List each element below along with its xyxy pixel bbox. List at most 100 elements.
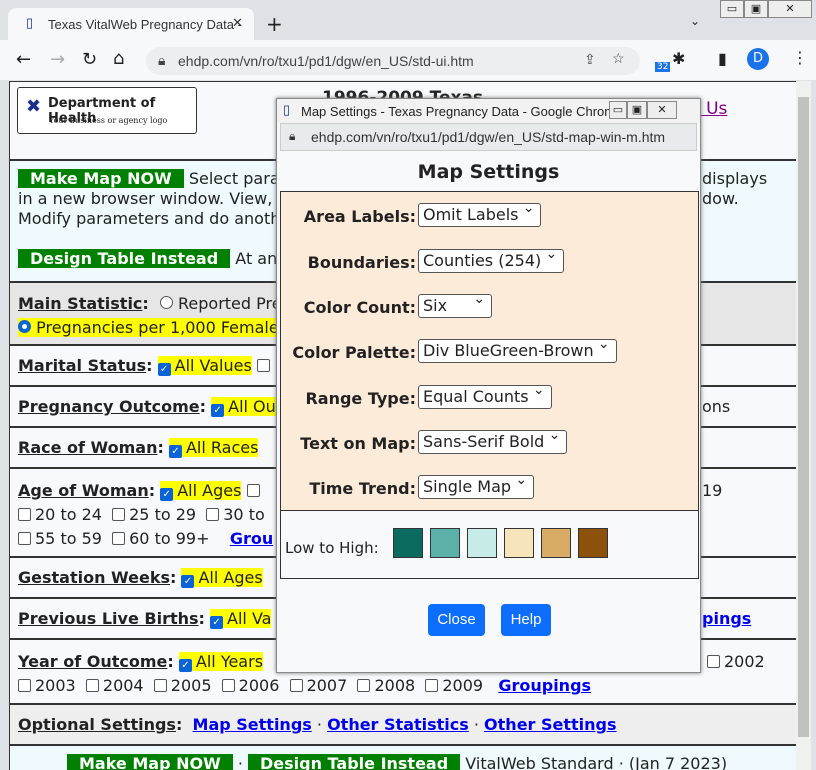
checkbox[interactable] (85, 679, 99, 692)
checkbox[interactable] (112, 508, 126, 521)
minimize-icon[interactable]: ▭ (720, 0, 744, 18)
time-trend-select[interactable]: Single Map (418, 472, 535, 499)
other-settings-link[interactable]: Other Settings (484, 715, 616, 734)
popup-address-bar: 🔒︎ ehdp.com/vn/ro/txu1/pd1/dgw/en_US/std… (280, 123, 697, 151)
checkbox[interactable] (246, 484, 260, 497)
radio-rate[interactable] (18, 320, 31, 333)
browser-tab[interactable]: ▯ Texas VitalWeb Pregnancy Data - ✕ (8, 8, 254, 42)
age-groupings-link[interactable]: Grou (230, 529, 273, 548)
popup-minimize-icon[interactable]: ▭ (609, 101, 627, 119)
year-groupings-link[interactable]: Groupings (498, 676, 591, 695)
color-swatch (393, 528, 423, 558)
legend-label: Low to High: (285, 539, 379, 557)
forward-icon[interactable]: → (50, 49, 65, 70)
tab-close-icon[interactable]: ✕ (232, 15, 243, 31)
make-map-button[interactable]: Make Map NOW (18, 169, 184, 188)
checkbox-label: All Values (174, 356, 252, 375)
help-button[interactable]: Help (501, 604, 551, 636)
map-settings-window: ▯ Map Settings - Texas Pregnancy Data - … (276, 98, 701, 673)
checkbox[interactable]: ✓ (178, 659, 192, 672)
intro-text: At an (235, 249, 278, 268)
main-statistic-label[interactable]: Main Statistic (18, 294, 142, 313)
color-swatch (504, 528, 534, 558)
previous-groupings-link[interactable]: pings (702, 609, 751, 628)
year-label[interactable]: Year of Outcome (18, 652, 167, 671)
text-on-map-select[interactable]: Sans-Serif Bold (418, 427, 568, 454)
checkbox[interactable] (425, 679, 439, 692)
tab-title: Texas VitalWeb Pregnancy Data - (48, 17, 242, 32)
setting-label: Boundaries: (307, 253, 416, 272)
side-panel-icon[interactable]: ▮ (718, 49, 727, 68)
radio-reported[interactable] (159, 296, 173, 309)
setting-label: Text on Map: (300, 434, 416, 453)
race-label[interactable]: Race of Woman (18, 438, 157, 457)
map-settings-link[interactable]: Map Settings (193, 715, 312, 734)
color-palette-select[interactable]: Div BlueGreen-Brown (418, 336, 617, 363)
design-table-button[interactable]: Design Table Instead (248, 754, 461, 770)
scrollbar-thumb[interactable] (798, 97, 809, 737)
make-map-button[interactable]: Make Map NOW (67, 754, 233, 770)
boundaries-select[interactable]: Counties (254) (418, 246, 565, 273)
checkbox[interactable] (18, 508, 31, 521)
checkbox[interactable] (18, 532, 31, 545)
close-window-icon[interactable]: ✕ (768, 0, 812, 18)
close-button[interactable]: Close (428, 604, 485, 636)
home-icon[interactable]: ⌂ (113, 48, 124, 69)
color-count-select[interactable]: Six (418, 291, 493, 318)
checkbox[interactable]: ✓ (168, 445, 182, 458)
previous-births-label[interactable]: Previous Live Births (18, 609, 199, 628)
extension-badge[interactable]: 32 (655, 62, 671, 72)
age-label[interactable]: Age of Woman (18, 481, 149, 500)
checkbox[interactable]: ✓ (211, 404, 225, 417)
tab-search-icon[interactable]: ⌄ (690, 14, 700, 28)
url-text[interactable]: ehdp.com/vn/ro/txu1/pd1/dgw/en_US/std-ui… (178, 53, 474, 69)
address-bar[interactable]: 🔒︎ ehdp.com/vn/ro/txu1/pd1/dgw/en_US/std… (146, 47, 640, 75)
area-labels-select[interactable]: Omit Labels (418, 200, 542, 227)
checkbox[interactable] (357, 679, 371, 692)
optional-settings-row: Optional Settings: Map Settings · Other … (10, 705, 796, 746)
profile-avatar[interactable]: D (747, 48, 769, 70)
new-tab-icon[interactable]: + (266, 12, 283, 36)
popup-close-icon[interactable]: ✕ (647, 101, 677, 119)
footer-row: Make Map NOW · Design Table Instead Vita… (10, 746, 796, 770)
gestation-label[interactable]: Gestation Weeks (18, 568, 170, 587)
site-icon: ▯ (26, 15, 34, 30)
checkbox[interactable]: ✓ (157, 363, 171, 376)
legend-panel: Low to High: (280, 510, 699, 579)
tab-bar: ▯ Texas VitalWeb Pregnancy Data - ✕ + ⌄ … (0, 0, 816, 42)
bookmark-star-icon[interactable]: ☆ (612, 50, 625, 67)
range-type-select[interactable]: Equal Counts (418, 382, 552, 409)
popup-url: ehdp.com/vn/ro/txu1/pd1/dgw/en_US/std-ma… (311, 129, 666, 145)
share-icon[interactable]: ⇪ (584, 51, 596, 68)
outcome-label[interactable]: Pregnancy Outcome (18, 397, 200, 416)
scrollbar[interactable] (796, 81, 811, 770)
checkbox[interactable]: ✓ (210, 616, 224, 629)
checkbox[interactable] (256, 359, 270, 372)
checkbox-label: All Ages (198, 568, 263, 587)
checkbox[interactable] (289, 679, 303, 692)
popup-maximize-icon[interactable]: ▣ (627, 101, 647, 119)
optional-settings-label: Optional Settings (18, 715, 176, 734)
menu-icon[interactable]: ⋮ (792, 48, 808, 67)
extensions-icon[interactable]: ✱ (672, 49, 685, 68)
checkbox-label: All Ou (228, 397, 276, 416)
marital-label[interactable]: Marital Status (18, 356, 146, 375)
checkbox[interactable] (112, 532, 126, 545)
checkbox[interactable] (707, 655, 720, 668)
checkbox-label: ons (702, 397, 731, 416)
agency-logo: ✖ Department of Health Your business or … (17, 87, 197, 134)
checkbox[interactable]: ✓ (181, 575, 195, 588)
design-table-button[interactable]: Design Table Instead (18, 249, 231, 268)
maximize-icon[interactable]: ▣ (744, 0, 768, 18)
checkbox[interactable] (153, 679, 167, 692)
radio-label: Reported Pre (178, 294, 282, 313)
reload-icon[interactable]: ↻ (82, 49, 97, 70)
checkbox[interactable]: ✓ (160, 488, 174, 501)
intro-text: Select para (188, 169, 280, 188)
back-icon[interactable]: ← (16, 49, 31, 70)
checkbox-label: 2003 (35, 676, 76, 695)
checkbox[interactable] (18, 679, 31, 692)
checkbox[interactable] (206, 508, 220, 521)
checkbox[interactable] (221, 679, 235, 692)
other-statistics-link[interactable]: Other Statistics (327, 715, 469, 734)
